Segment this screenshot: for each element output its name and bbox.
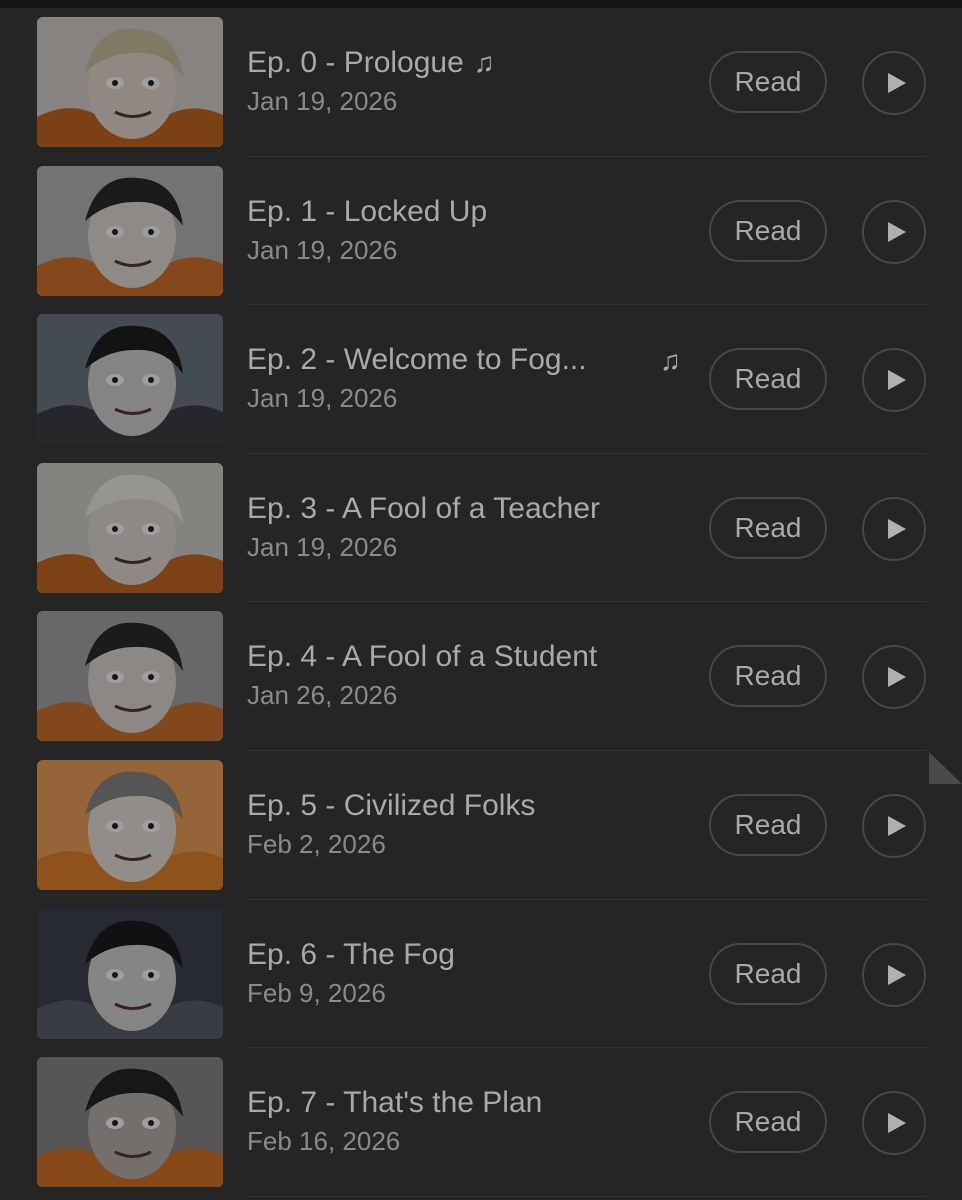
episode-title: Ep. 0 - Prologue bbox=[247, 46, 464, 79]
episode-info: Ep. 3 - A Fool of a Teacher Jan 19, 2026 bbox=[247, 491, 697, 563]
episode-thumbnail[interactable] bbox=[37, 908, 223, 1039]
play-icon bbox=[888, 518, 906, 539]
music-note-icon: ♫ bbox=[473, 47, 495, 78]
episode-thumbnail[interactable] bbox=[37, 759, 223, 890]
episode-row-3[interactable]: Ep. 3 - A Fool of a Teacher Jan 19, 2026… bbox=[0, 454, 962, 603]
play-button[interactable] bbox=[862, 645, 926, 710]
read-button[interactable]: Read bbox=[709, 793, 827, 856]
episode-info: Ep. 0 - Prologue ♫ Jan 19, 2026 bbox=[247, 45, 697, 117]
play-button[interactable] bbox=[862, 942, 926, 1007]
play-button[interactable] bbox=[862, 1091, 926, 1156]
play-button[interactable] bbox=[862, 51, 926, 115]
episode-row-6[interactable]: Ep. 6 - The Fog Feb 9, 2026 Read bbox=[0, 900, 962, 1049]
row-divider bbox=[247, 1195, 926, 1197]
thumbnail-art bbox=[37, 611, 223, 742]
episode-info: Ep. 4 - A Fool of a Student Jan 26, 2026 bbox=[247, 639, 697, 711]
thumbnail-art bbox=[37, 165, 223, 296]
episode-thumbnail[interactable] bbox=[37, 462, 223, 593]
thumbnail-art bbox=[37, 908, 223, 1039]
play-icon bbox=[888, 73, 906, 93]
episode-thumbnail[interactable] bbox=[37, 17, 223, 147]
read-button[interactable]: Read bbox=[709, 348, 827, 411]
episode-date: Feb 9, 2026 bbox=[247, 977, 386, 1008]
episode-date: Jan 19, 2026 bbox=[247, 383, 398, 414]
read-button[interactable]: Read bbox=[709, 51, 827, 113]
top-bar bbox=[0, 0, 962, 8]
play-icon bbox=[888, 815, 906, 836]
episode-title: Ep. 2 - Welcome to Fog... bbox=[247, 343, 587, 377]
episode-title-line: Ep. 1 - Locked Up bbox=[247, 194, 697, 230]
episode-info: Ep. 2 - Welcome to Fog... Jan 19, 2026 bbox=[247, 342, 697, 414]
episode-title-line: Ep. 2 - Welcome to Fog... bbox=[247, 342, 697, 378]
episode-title: Ep. 1 - Locked Up bbox=[247, 194, 488, 228]
thumbnail-art bbox=[37, 759, 223, 890]
play-icon bbox=[888, 1113, 906, 1134]
episode-thumbnail[interactable] bbox=[37, 165, 223, 296]
episode-date: Feb 16, 2026 bbox=[247, 1126, 401, 1157]
play-icon bbox=[888, 221, 906, 242]
page-corner-icon bbox=[929, 752, 962, 784]
episode-info: Ep. 7 - That's the Plan Feb 16, 2026 bbox=[247, 1085, 697, 1157]
episode-title-line: Ep. 4 - A Fool of a Student bbox=[247, 639, 697, 675]
thumbnail-art bbox=[37, 314, 223, 445]
episode-title: Ep. 4 - A Fool of a Student bbox=[247, 640, 598, 674]
episode-title: Ep. 7 - That's the Plan bbox=[247, 1086, 543, 1120]
episode-title: Ep. 3 - A Fool of a Teacher bbox=[247, 491, 600, 525]
play-button[interactable] bbox=[862, 199, 926, 264]
play-icon bbox=[888, 964, 906, 985]
episode-row-5[interactable]: Ep. 5 - Civilized Folks Feb 2, 2026 Read bbox=[0, 751, 962, 900]
episode-title-line: Ep. 3 - A Fool of a Teacher bbox=[247, 491, 697, 527]
play-icon bbox=[888, 667, 906, 688]
episode-info: Ep. 1 - Locked Up Jan 19, 2026 bbox=[247, 194, 697, 266]
thumbnail-art bbox=[37, 1057, 223, 1188]
episode-row-0[interactable]: Ep. 0 - Prologue ♫ Jan 19, 2026 Read bbox=[0, 8, 962, 157]
episode-title-line: Ep. 7 - That's the Plan bbox=[247, 1085, 697, 1121]
episode-row-7[interactable]: Ep. 7 - That's the Plan Feb 16, 2026 Rea… bbox=[0, 1048, 962, 1197]
play-button[interactable] bbox=[862, 496, 926, 561]
play-button[interactable] bbox=[862, 793, 926, 858]
episode-date: Jan 19, 2026 bbox=[247, 86, 398, 116]
read-button[interactable]: Read bbox=[709, 1091, 827, 1154]
music-note-icon: ♫ bbox=[660, 345, 681, 377]
episode-info: Ep. 6 - The Fog Feb 9, 2026 bbox=[247, 937, 697, 1009]
episode-list: Ep. 0 - Prologue ♫ Jan 19, 2026 Read Ep.… bbox=[0, 8, 962, 1197]
episode-date: Jan 19, 2026 bbox=[247, 234, 398, 265]
play-button[interactable] bbox=[862, 348, 926, 413]
thumbnail-art bbox=[37, 17, 223, 147]
read-button[interactable]: Read bbox=[709, 942, 827, 1005]
episode-title: Ep. 6 - The Fog bbox=[247, 937, 455, 971]
episode-title-line: Ep. 5 - Civilized Folks bbox=[247, 788, 697, 824]
episode-row-1[interactable]: Ep. 1 - Locked Up Jan 19, 2026 Read bbox=[0, 157, 962, 306]
episode-date: Jan 19, 2026 bbox=[247, 531, 398, 562]
episode-title-line: Ep. 6 - The Fog bbox=[247, 937, 697, 973]
read-button[interactable]: Read bbox=[709, 199, 827, 262]
episode-row-2[interactable]: Ep. 2 - Welcome to Fog... Jan 19, 2026 R… bbox=[0, 305, 962, 454]
episode-title-line: Ep. 0 - Prologue ♫ bbox=[247, 45, 697, 81]
episode-date: Jan 26, 2026 bbox=[247, 680, 398, 711]
play-icon bbox=[888, 370, 906, 391]
episode-date: Feb 2, 2026 bbox=[247, 828, 386, 859]
episode-row-4[interactable]: Ep. 4 - A Fool of a Student Jan 26, 2026… bbox=[0, 602, 962, 751]
read-button[interactable]: Read bbox=[709, 496, 827, 559]
episode-thumbnail[interactable] bbox=[37, 314, 223, 445]
episode-thumbnail[interactable] bbox=[37, 611, 223, 742]
thumbnail-art bbox=[37, 462, 223, 593]
episode-info: Ep. 5 - Civilized Folks Feb 2, 2026 bbox=[247, 788, 697, 860]
episode-thumbnail[interactable] bbox=[37, 1057, 223, 1188]
read-button[interactable]: Read bbox=[709, 645, 827, 708]
episode-title: Ep. 5 - Civilized Folks bbox=[247, 788, 536, 822]
